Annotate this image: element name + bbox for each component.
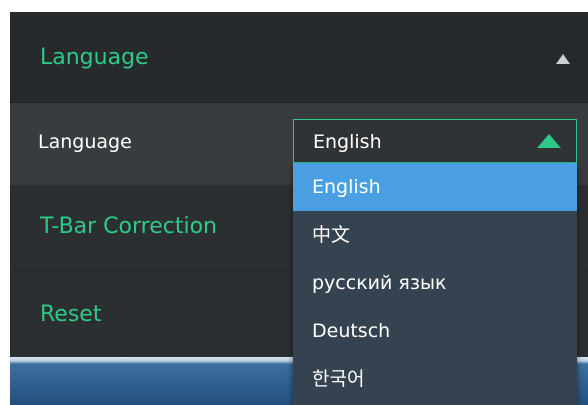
language-section-header[interactable]: Language xyxy=(10,12,588,103)
language-section-title: Language xyxy=(40,45,149,70)
language-option-korean[interactable]: 한국어 xyxy=(293,355,577,403)
caret-up-icon[interactable] xyxy=(556,54,570,64)
select-caret-up-icon[interactable] xyxy=(537,134,561,148)
reset-title: Reset xyxy=(40,302,102,327)
language-option-english[interactable]: English xyxy=(293,163,577,211)
language-field-label: Language xyxy=(38,131,132,153)
language-option-russian[interactable]: русский язык xyxy=(293,259,577,307)
settings-panel: Language Language English T-Bar Correcti… xyxy=(10,12,588,405)
tbar-correction-title: T-Bar Correction xyxy=(40,214,217,239)
language-select-value: English xyxy=(313,131,382,153)
language-select[interactable]: English xyxy=(293,119,577,163)
language-option-german[interactable]: Deutsch xyxy=(293,307,577,355)
language-option-chinese[interactable]: 中文 xyxy=(293,211,577,259)
language-dropdown-list: English 中文 русский язык Deutsch 한국어 xyxy=(293,163,577,405)
